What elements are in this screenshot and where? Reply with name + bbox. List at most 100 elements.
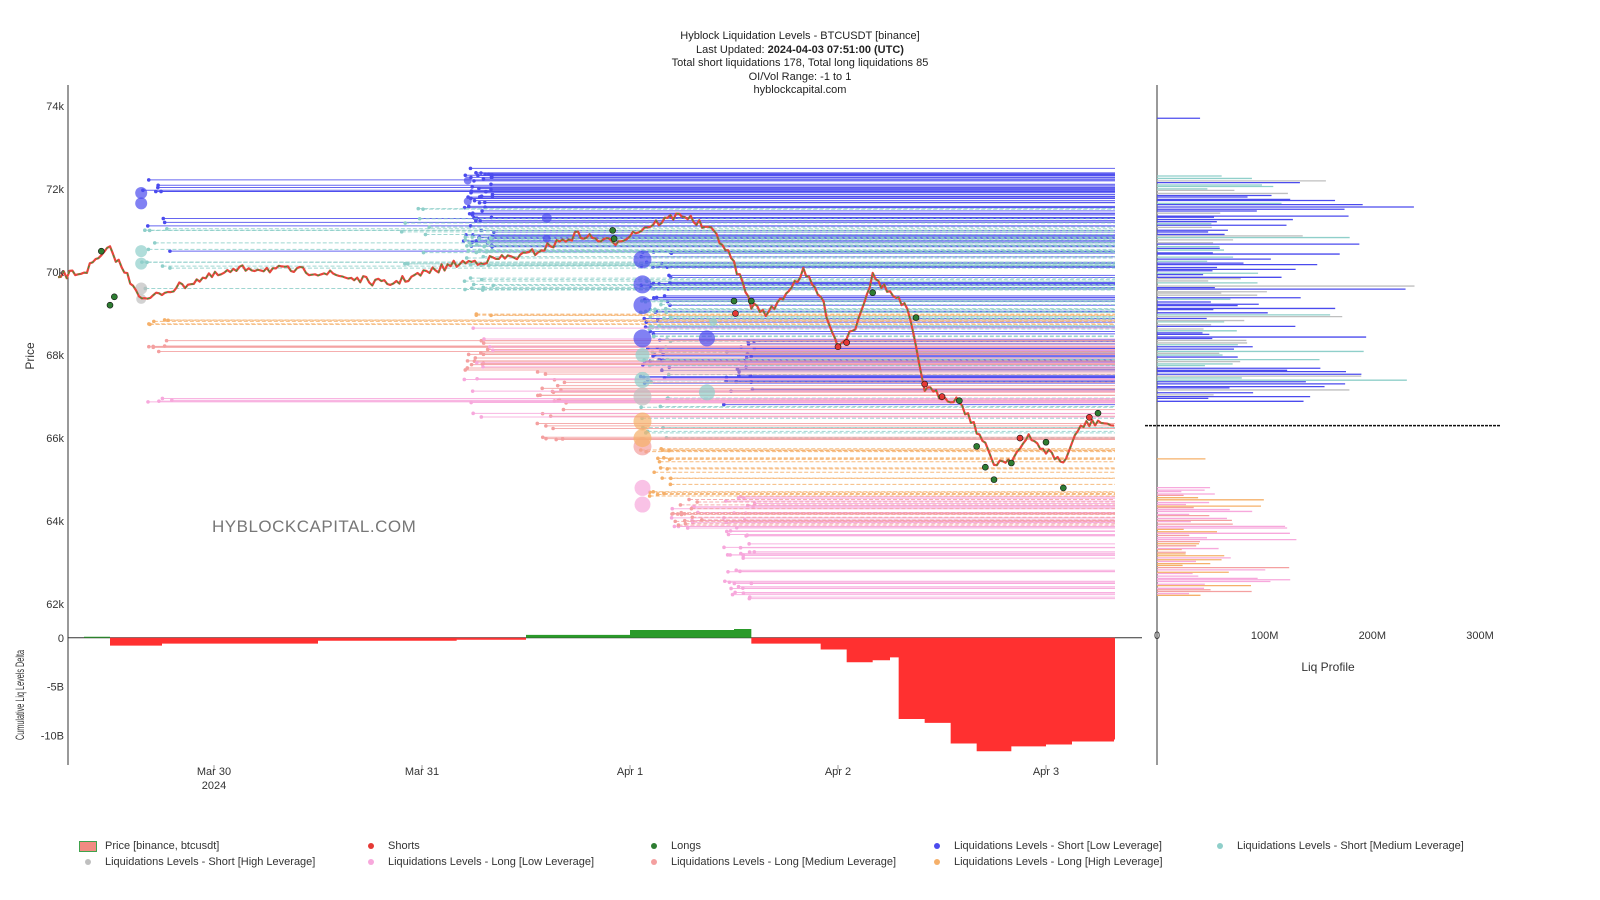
legend-item[interactable]: Liquidations Levels - Long [High Leverag… [924,856,1207,868]
liq-level-dot [676,523,681,527]
liq-level-dot [157,399,161,403]
price-swatch-icon [75,840,101,852]
liq-level-dot [723,579,727,584]
liq-level-dot [544,424,548,428]
liq-bubble [633,412,652,431]
liq-level-dot [562,380,567,385]
liq-level-dot [421,250,426,255]
long-marker [982,463,989,471]
liq-level-dot [722,545,726,550]
x-tick-label: Apr 2 [825,766,851,778]
liq-level-dot [672,524,677,529]
liq-level-dot [463,235,468,239]
legend-item[interactable]: Longs [641,840,924,852]
liq-level-dot [544,436,548,441]
liq-level-dot [152,319,156,324]
liq-level-dot [678,503,683,507]
x-tick-year: 2024 [202,780,226,792]
liq-level-dot [747,542,751,546]
liq-level-dot [652,470,656,475]
legend-dot-icon [358,840,384,852]
legend-item[interactable]: Liquidations Levels - Short [Low Leverag… [924,840,1207,852]
liq-bubble [634,496,651,513]
long-marker [610,235,618,242]
short-marker [843,339,850,346]
legend-label: Price [binance, btcusdt] [105,840,220,852]
liq-level-dot [726,570,730,574]
liq-level-dot [669,516,674,520]
legend-item[interactable]: Liquidations Levels - Short [Medium Leve… [1207,840,1490,852]
legend-item[interactable]: Liquidations Levels - Long [Low Leverage… [358,856,641,868]
delta-positive-area [58,628,752,638]
liq-level-dot [484,189,488,194]
legend-item[interactable]: Liquidations Levels - Short [High Levera… [75,856,358,868]
liq-level-dot [482,337,486,341]
liq-level-dot [673,519,678,524]
watermark: HYBLOCKCAPITAL.COM [212,517,416,536]
price-tick-label: 66k [46,433,64,445]
liq-level-dot [403,221,407,225]
liq-level-dot [729,586,733,591]
liquidation-chart[interactable]: 74k 72k 70k 68k 66k 64k 62k Price 0 -5B -10B Cumula… [0,0,1600,900]
long-marker [106,301,114,309]
long-marker [990,476,998,483]
liq-level-dot [164,338,169,343]
liq-bubble [633,275,652,294]
liq-level-dot [462,279,467,283]
liq-level-dot [148,322,152,327]
liq-level-dot [471,326,476,330]
long-marker [111,293,118,301]
liq-bubble [542,234,551,243]
liq-level-dot [551,426,555,431]
liq-level-dot [146,178,151,182]
liq-level-dot [463,173,468,178]
long-marker [1008,459,1015,467]
liq-level-dot [465,359,470,363]
liq-level-dot [477,200,482,205]
liq-level-dot [481,341,486,345]
liq-level-dot [659,446,664,451]
liq-level-dot [653,307,657,312]
liq-level-dot [469,190,473,195]
liq-bubble [135,245,148,258]
liq-level-dot [472,198,477,203]
liq-level-dot [471,282,476,287]
liq-bubble [634,479,651,496]
liq-bubble [635,348,650,362]
liq-level-dot [421,207,425,211]
liq-level-dot [146,400,150,404]
liq-level-dot [482,200,487,205]
liq-level-dot [670,506,675,511]
liq-level-dot [470,235,475,239]
short-marker [921,380,928,388]
legend-item[interactable]: Liquidations Levels - Long [Medium Lever… [641,856,924,868]
liq-level-dot [477,237,482,242]
liq-level-dot [468,262,473,267]
legend-item[interactable]: Price [binance, btcusdt] [75,840,358,852]
legend-item[interactable]: Shorts [358,840,641,852]
liq-level-dot [399,230,404,234]
liq-level-dot [668,303,672,308]
liq-level-dot [466,352,471,357]
liq-level-dot [427,225,432,229]
liq-level-dot [543,372,548,376]
legend-label: Liquidations Levels - Short [Medium Leve… [1237,840,1464,852]
liq-level-dot [738,494,743,499]
liq-level-dot [744,534,748,538]
liq-bubble [633,387,652,406]
liq-level-dot [695,500,699,504]
liq-level-dot [658,404,663,409]
liq-level-dot [152,241,157,245]
price-tick-label: 72k [46,184,64,196]
liq-level-dot [665,467,670,471]
liq-level-dot [160,264,165,268]
liq-level-dot [417,216,422,221]
liq-level-dot [481,365,485,369]
liq-level-dot [168,249,172,253]
delta-axis-label: Cumulative Liq Levels Delta [13,650,27,740]
liq-level-dot [687,497,691,502]
liq-level-dot [162,220,167,225]
liq-level-dot [464,256,469,260]
legend[interactable]: Price [binance, btcusdt] Shorts Longs Liqui… [75,838,1575,870]
long-marker [1042,438,1050,446]
